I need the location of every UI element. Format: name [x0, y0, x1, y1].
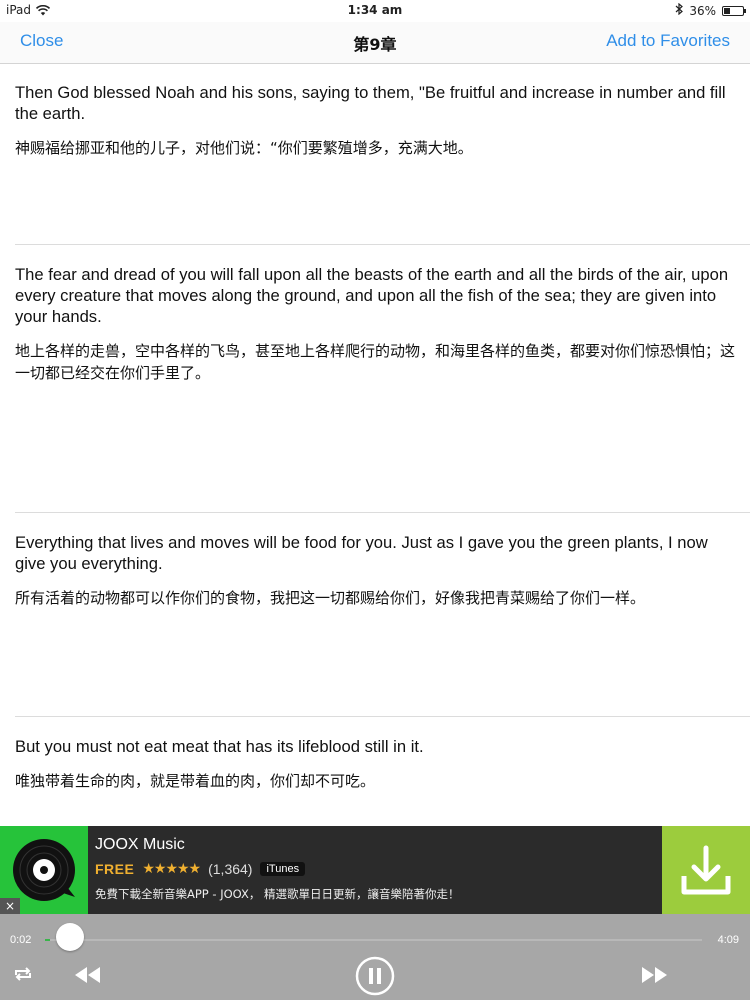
- verse-list[interactable]: Then God blessed Noah and his sons, sayi…: [0, 64, 750, 826]
- ad-rating-count: (1,364): [208, 861, 253, 877]
- verse-chinese: 地上各样的走兽，空中各样的飞鸟，甚至地上各样爬行的动物，和海里各样的鱼类，都要对…: [15, 342, 736, 382]
- download-icon: [681, 845, 731, 895]
- fast-forward-icon[interactable]: [640, 966, 668, 988]
- navigation-bar: Close 第9章 Add to Favorites: [0, 22, 750, 64]
- itunes-badge: iTunes: [260, 862, 306, 876]
- verse-item[interactable]: Everything that lives and moves will be …: [0, 532, 750, 609]
- battery-percent: 36%: [689, 3, 716, 18]
- verse-item[interactable]: Then God blessed Noah and his sons, sayi…: [0, 82, 750, 159]
- progress-fill: [45, 939, 50, 941]
- download-button[interactable]: [662, 826, 750, 914]
- verse-divider: [15, 716, 750, 717]
- pause-button[interactable]: [355, 956, 395, 1000]
- battery-icon: [722, 5, 746, 16]
- add-to-favorites-button[interactable]: Add to Favorites: [606, 31, 730, 51]
- ad-close-button[interactable]: ×: [0, 898, 20, 914]
- verse-english: Then God blessed Noah and his sons, sayi…: [15, 83, 726, 123]
- battery-fill: [724, 7, 730, 14]
- ad-app-name: JOOX Music: [95, 836, 185, 853]
- ad-meta-row: FREE ★★★★★ (1,364) iTunes: [95, 861, 306, 877]
- rating-stars-icon: ★★★★★: [142, 861, 201, 877]
- rewind-icon[interactable]: [74, 966, 102, 988]
- repeat-icon[interactable]: [13, 966, 33, 986]
- verse-item[interactable]: The fear and dread of you will fall upon…: [0, 264, 750, 384]
- status-time: 1:34 am: [347, 3, 403, 17]
- status-right: 36%: [675, 2, 746, 18]
- reader-screen: iPad 1:34 am 36% Close 第9章 Add to Favori…: [0, 0, 750, 1000]
- pause-icon: [355, 956, 395, 996]
- verse-item[interactable]: But you must not eat meat that has its l…: [0, 736, 750, 792]
- total-time: 4:09: [717, 934, 739, 946]
- verse-english: But you must not eat meat that has its l…: [15, 737, 424, 756]
- verse-english: The fear and dread of you will fall upon…: [15, 265, 729, 326]
- progress-track[interactable]: [45, 939, 702, 941]
- ad-price: FREE: [95, 861, 135, 877]
- verse-chinese: 神赐福给挪亚和他的儿子，对他们说：“你们要繁殖增多，充满大地。: [15, 139, 473, 157]
- status-bar: iPad 1:34 am 36%: [0, 0, 750, 22]
- verse-divider: [15, 512, 750, 513]
- ad-banner[interactable]: × JOOX Music FREE ★★★★★ (1,364) iTunes 免…: [0, 826, 750, 914]
- verse-chinese: 所有活着的动物都可以作你们的食物，我把这一切都赐给你们，好像我把青菜赐给了你们一…: [15, 589, 646, 607]
- bluetooth-icon: [675, 2, 684, 18]
- ad-description: 免費下載全新音樂APP - JOOX， 精選歌單日日更新，讓音樂陪著你走！: [95, 887, 460, 901]
- verse-divider: [15, 244, 750, 245]
- audio-player: 0:02 4:09: [0, 914, 750, 1000]
- current-time: 0:02: [10, 934, 32, 946]
- progress-knob[interactable]: [56, 923, 84, 951]
- verse-english: Everything that lives and moves will be …: [15, 533, 708, 573]
- verse-chinese: 唯独带着生命的肉，就是带着血的肉，你们却不可吃。: [15, 772, 376, 790]
